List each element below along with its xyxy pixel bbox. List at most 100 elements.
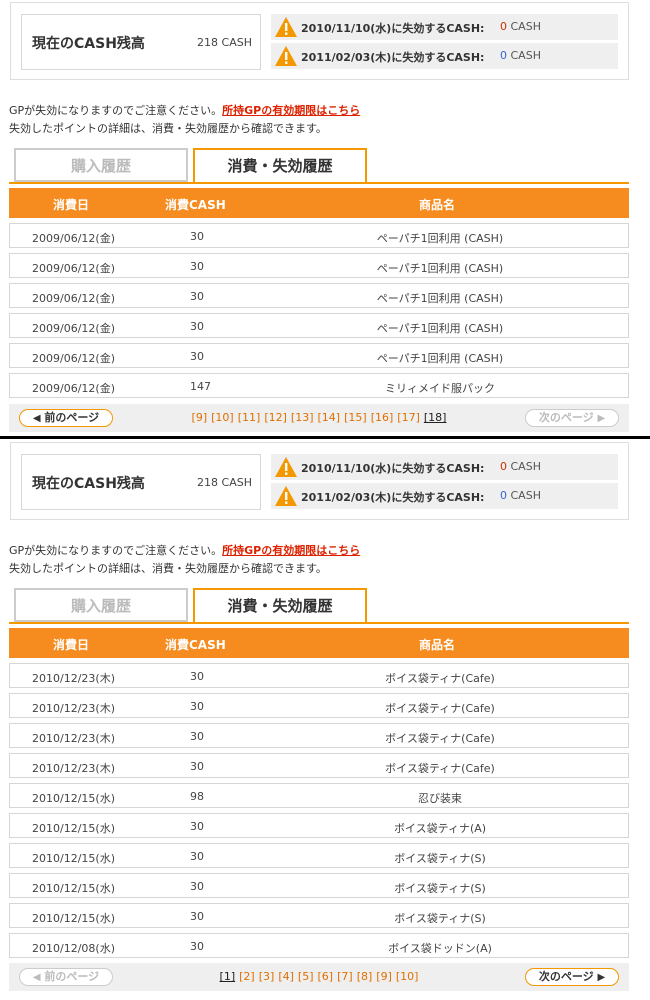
page-link[interactable]: [14] bbox=[318, 411, 341, 424]
expire-label: 2010/11/10(水)に失効するCASH: bbox=[301, 462, 485, 475]
page-link[interactable]: [9] bbox=[376, 970, 392, 983]
page-link[interactable]: [3] bbox=[259, 970, 275, 983]
next-page-button[interactable]: 次のページ ▶ bbox=[525, 409, 619, 427]
row-item: ペーパチ1回利用 (CASH) bbox=[376, 352, 504, 365]
table-row: 2010/12/15(水) 30 ボイス袋ティナ(S) bbox=[9, 843, 629, 868]
row-cash: 30 bbox=[190, 880, 204, 893]
tab-underline bbox=[9, 622, 629, 624]
page-link[interactable]: [7] bbox=[337, 970, 353, 983]
balance-label: 現在のCASH残高 bbox=[32, 36, 145, 52]
header-date: 消費日 bbox=[53, 198, 90, 212]
tab-consumption-history[interactable]: 消費・失効履歴 bbox=[193, 148, 367, 184]
row-date: 2010/12/15(水) bbox=[32, 882, 115, 895]
page-link[interactable]: [10] bbox=[396, 970, 419, 983]
balance-value: 218 CASH bbox=[197, 36, 252, 49]
section-divider bbox=[0, 436, 650, 439]
row-date: 2010/12/23(木) bbox=[32, 732, 115, 745]
page-link[interactable]: [13] bbox=[291, 411, 314, 424]
row-date: 2009/06/12(金) bbox=[32, 382, 115, 395]
row-item: ボイス袋ティナ(S) bbox=[394, 912, 486, 925]
page-link[interactable]: [2] bbox=[239, 970, 255, 983]
row-cash: 30 bbox=[190, 760, 204, 773]
tab-purchase-history[interactable]: 購入履歴 bbox=[14, 588, 188, 622]
table-header: 消費日 消費CASH 商品名 bbox=[9, 188, 629, 218]
table-row: 2010/12/15(水) 30 ボイス袋ティナ(S) bbox=[9, 903, 629, 928]
page-link[interactable]: [6] bbox=[318, 970, 334, 983]
row-date: 2010/12/23(木) bbox=[32, 762, 115, 775]
balance-value: 218 CASH bbox=[197, 476, 252, 489]
row-cash: 30 bbox=[190, 670, 204, 683]
page-link[interactable]: [15] bbox=[344, 411, 367, 424]
expire-value: 0 CASH bbox=[500, 20, 541, 33]
expire-label: 2010/11/10(水)に失効するCASH: bbox=[301, 22, 485, 35]
tab-consumption-history[interactable]: 消費・失効履歴 bbox=[193, 588, 367, 624]
expire-value: 0 CASH bbox=[500, 460, 541, 473]
page-link[interactable]: [4] bbox=[278, 970, 294, 983]
row-cash: 30 bbox=[190, 350, 204, 363]
table-row: 2010/12/23(木) 30 ボイス袋ティナ(Cafe) bbox=[9, 663, 629, 688]
row-date: 2009/06/12(金) bbox=[32, 292, 115, 305]
table-row: 2009/06/12(金) 30 ペーパチ1回利用 (CASH) bbox=[9, 253, 629, 278]
balance-label: 現在のCASH残高 bbox=[32, 476, 145, 492]
page-link[interactable]: [9] bbox=[192, 411, 208, 424]
page-link[interactable]: [11] bbox=[238, 411, 261, 424]
table-row: 2010/12/23(木) 30 ボイス袋ティナ(Cafe) bbox=[9, 753, 629, 778]
page-link[interactable]: [8] bbox=[357, 970, 373, 983]
row-item: ボイス袋ティナ(S) bbox=[394, 852, 486, 865]
row-cash: 30 bbox=[190, 290, 204, 303]
table-row: 2010/12/23(木) 30 ボイス袋ティナ(Cafe) bbox=[9, 693, 629, 718]
page-link[interactable]: [1] bbox=[220, 970, 236, 983]
expire-label: 2011/02/03(木)に失効するCASH: bbox=[301, 51, 485, 64]
history-panel-top: 現在のCASH残高 218 CASH 2010/11/10(水)に失効するCAS… bbox=[0, 0, 650, 438]
row-cash: 30 bbox=[190, 850, 204, 863]
balance-box: 現在のCASH残高 218 CASH bbox=[21, 14, 261, 70]
gp-expiry-link[interactable]: 所持GPの有効期限はこちら bbox=[222, 544, 360, 557]
page-link[interactable]: [12] bbox=[264, 411, 287, 424]
row-date: 2009/06/12(金) bbox=[32, 352, 115, 365]
notice-text: 失効したポイントの詳細は、消費・失効履歴から確認できます。 bbox=[9, 562, 327, 575]
warning-icon bbox=[275, 457, 297, 477]
header-cash: 消費CASH bbox=[165, 198, 226, 212]
row-cash: 30 bbox=[190, 940, 204, 953]
row-cash: 147 bbox=[190, 380, 211, 393]
table-row: 2010/12/23(木) 30 ボイス袋ティナ(Cafe) bbox=[9, 723, 629, 748]
page-link[interactable]: [18] bbox=[424, 411, 447, 424]
expire-value: 0 CASH bbox=[500, 49, 541, 62]
row-date: 2009/06/12(金) bbox=[32, 232, 115, 245]
page-link[interactable]: [10] bbox=[211, 411, 234, 424]
gp-expiry-link[interactable]: 所持GPの有効期限はこちら bbox=[222, 104, 360, 117]
notice: GPが失効になりますのでご注意ください。所持GPの有効期限はこちら 失効したポイ… bbox=[9, 102, 360, 138]
balance-panel: 現在のCASH残高 218 CASH 2010/11/10(水)に失効するCAS… bbox=[10, 2, 629, 80]
warning-icon bbox=[275, 486, 297, 506]
history-panel-bottom: 現在のCASH残高 218 CASH 2010/11/10(水)に失効するCAS… bbox=[0, 440, 650, 1000]
page-link[interactable]: [16] bbox=[371, 411, 394, 424]
header-cash: 消費CASH bbox=[165, 638, 226, 652]
row-item: ペーパチ1回利用 (CASH) bbox=[376, 292, 504, 305]
header-date: 消費日 bbox=[53, 638, 90, 652]
chevron-right-icon: ▶ bbox=[597, 972, 606, 983]
expire-label: 2011/02/03(木)に失効するCASH: bbox=[301, 491, 485, 504]
header-item: 商品名 bbox=[419, 198, 456, 212]
balance-panel: 現在のCASH残高 218 CASH 2010/11/10(水)に失効するCAS… bbox=[10, 442, 629, 520]
next-page-button[interactable]: 次のページ ▶ bbox=[525, 968, 619, 986]
page-link[interactable]: [17] bbox=[397, 411, 420, 424]
row-item: ボイス袋ティナ(Cafe) bbox=[385, 702, 495, 715]
row-date: 2010/12/15(水) bbox=[32, 792, 115, 805]
notice-text: GPが失効になりますのでご注意ください。 bbox=[9, 104, 223, 117]
pager: ◀ 前のページ [1] [2] [3] [4] [5] [6] [7] [8] [9] [10] … bbox=[9, 963, 629, 991]
row-cash: 30 bbox=[190, 230, 204, 243]
row-cash: 30 bbox=[190, 700, 204, 713]
row-item: ペーパチ1回利用 (CASH) bbox=[376, 232, 504, 245]
pager: ◀ 前のページ [9] [10] [11] [12] [13] [14] [15] [16][… bbox=[9, 404, 629, 432]
notice-text: GPが失効になりますのでご注意ください。 bbox=[9, 544, 223, 557]
row-date: 2009/06/12(金) bbox=[32, 262, 115, 275]
table-row: 2010/12/15(水) 30 ボイス袋ティナ(S) bbox=[9, 873, 629, 898]
tab-purchase-history[interactable]: 購入履歴 bbox=[14, 148, 188, 182]
page-link[interactable]: [5] bbox=[298, 970, 314, 983]
row-cash: 30 bbox=[190, 820, 204, 833]
table-row: 2009/06/12(金) 147 ミリィメイド服パック bbox=[9, 373, 629, 398]
row-item: ボイス袋ティナ(S) bbox=[394, 882, 486, 895]
expire-row: 2010/11/10(水)に失効するCASH: 0 CASH bbox=[271, 14, 618, 40]
row-cash: 30 bbox=[190, 730, 204, 743]
row-item: 忍び装束 bbox=[418, 792, 462, 805]
